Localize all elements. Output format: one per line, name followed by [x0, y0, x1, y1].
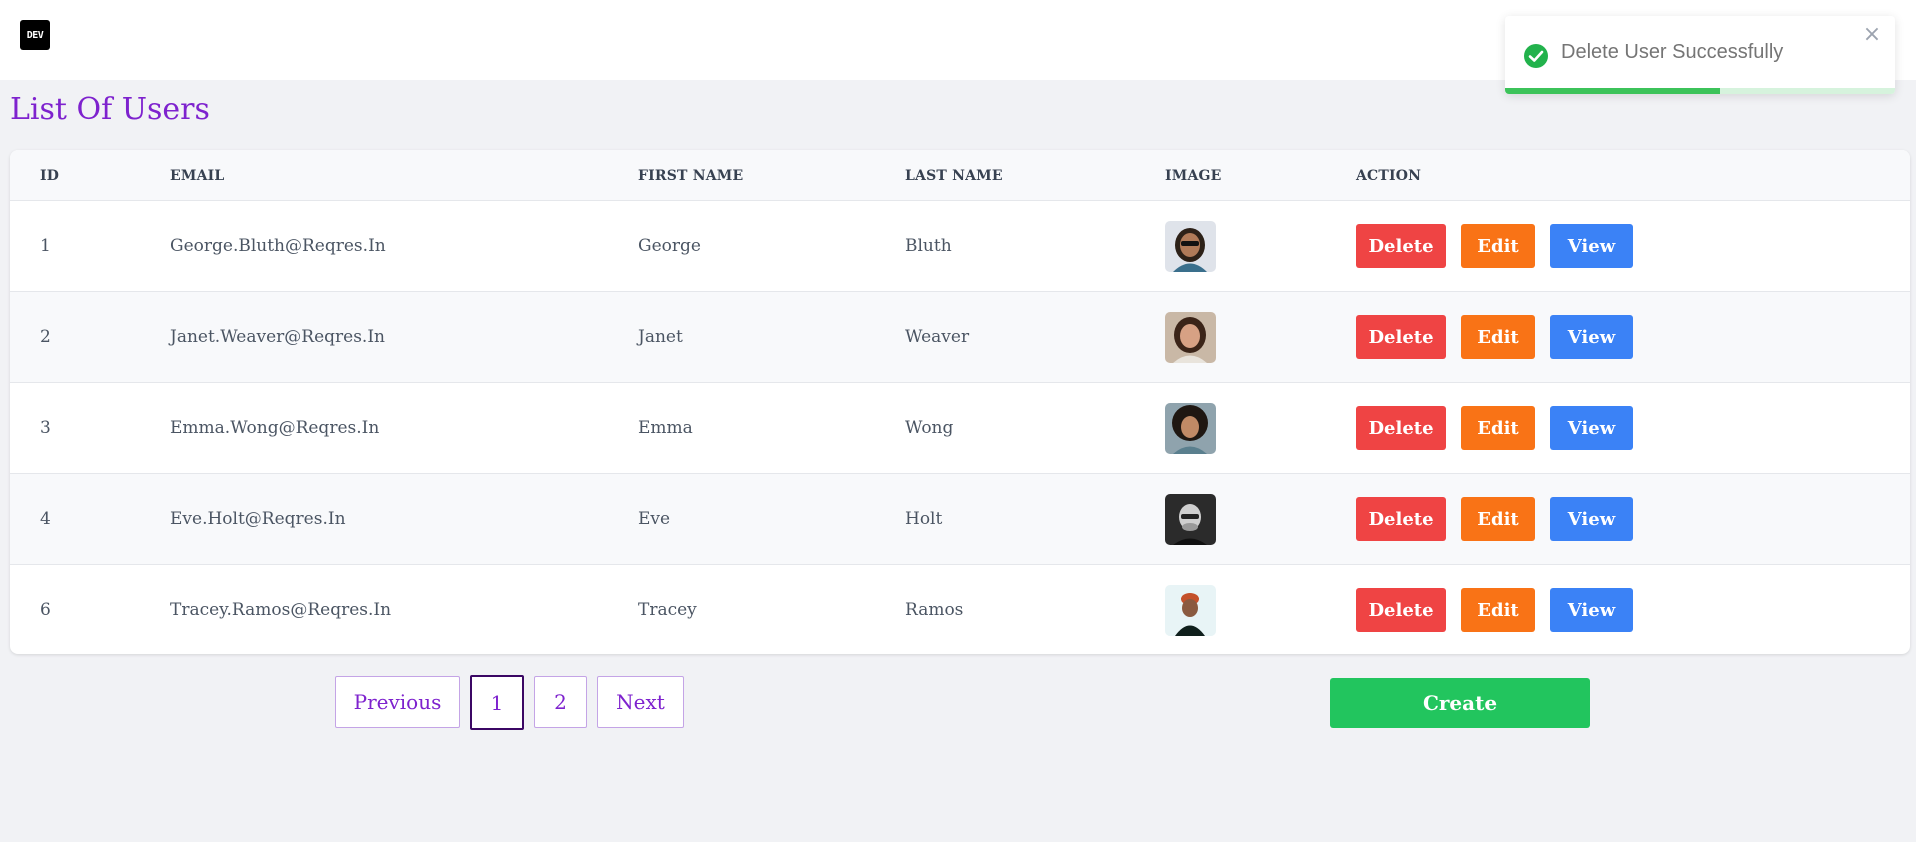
cell-last-name: Ramos — [905, 600, 964, 620]
view-button[interactable]: View — [1550, 497, 1633, 541]
cell-first-name: George — [638, 236, 701, 256]
page-title: List Of Users — [10, 92, 210, 127]
view-button[interactable]: View — [1550, 588, 1633, 632]
avatar — [1165, 312, 1216, 363]
edit-button[interactable]: Edit — [1461, 224, 1535, 268]
column-header-image: IMAGE — [1165, 168, 1222, 184]
column-header-last-name: LAST NAME — [905, 168, 1003, 184]
view-button[interactable]: View — [1550, 224, 1633, 268]
avatar — [1165, 221, 1216, 272]
cell-email: Tracey.Ramos@Reqres.In — [170, 600, 392, 620]
table-row: 2 Janet.Weaver@Reqres.In Janet Weaver De… — [10, 291, 1910, 382]
cell-first-name: Eve — [638, 509, 671, 529]
previous-page-button[interactable]: Previous — [335, 676, 460, 728]
cell-first-name: Janet — [638, 327, 683, 347]
cell-last-name: Wong — [905, 418, 954, 438]
delete-button[interactable]: Delete — [1356, 588, 1446, 632]
cell-email: Eve.Holt@Reqres.In — [170, 509, 346, 529]
table-row: 6 Tracey.Ramos@Reqres.In Tracey Ramos De… — [10, 564, 1910, 654]
cell-id: 1 — [40, 236, 51, 256]
delete-button[interactable]: Delete — [1356, 315, 1446, 359]
cell-last-name: Holt — [905, 509, 943, 529]
avatar — [1165, 494, 1216, 545]
column-header-email: EMAIL — [170, 168, 225, 184]
column-header-id: ID — [40, 168, 60, 184]
check-circle-icon — [1524, 44, 1548, 68]
dev-logo[interactable]: DEV — [20, 20, 50, 50]
cell-last-name: Weaver — [905, 327, 970, 347]
table-row: 4 Eve.Holt@Reqres.In Eve Holt Delete Edi… — [10, 473, 1910, 564]
table-header: ID EMAIL FIRST NAME LAST NAME IMAGE ACTI… — [10, 150, 1910, 200]
cell-first-name: Tracey — [638, 600, 697, 620]
view-button[interactable]: View — [1550, 315, 1633, 359]
edit-button[interactable]: Edit — [1461, 588, 1535, 632]
view-button[interactable]: View — [1550, 406, 1633, 450]
edit-button[interactable]: Edit — [1461, 406, 1535, 450]
cell-first-name: Emma — [638, 418, 693, 438]
cell-id: 2 — [40, 327, 51, 347]
column-header-first-name: FIRST NAME — [638, 168, 744, 184]
page-2-button[interactable]: 2 — [534, 676, 587, 728]
delete-button[interactable]: Delete — [1356, 224, 1446, 268]
toast-progress-track — [1505, 88, 1895, 94]
next-page-button[interactable]: Next — [597, 676, 684, 728]
avatar — [1165, 585, 1216, 636]
cell-id: 4 — [40, 509, 51, 529]
page-1-button[interactable]: 1 — [470, 675, 524, 730]
toast-message: Delete User Successfully — [1561, 41, 1784, 63]
table-row: 3 Emma.Wong@Reqres.In Emma Wong Delete E… — [10, 382, 1910, 473]
users-table: ID EMAIL FIRST NAME LAST NAME IMAGE ACTI… — [10, 150, 1910, 654]
success-toast: Delete User Successfully × — [1505, 16, 1895, 94]
edit-button[interactable]: Edit — [1461, 315, 1535, 359]
cell-id: 6 — [40, 600, 51, 620]
cell-id: 3 — [40, 418, 51, 438]
table-row: 1 George.Bluth@Reqres.In George Bluth De… — [10, 200, 1910, 291]
delete-button[interactable]: Delete — [1356, 497, 1446, 541]
cell-last-name: Bluth — [905, 236, 952, 256]
column-header-action: ACTION — [1356, 168, 1422, 184]
avatar — [1165, 403, 1216, 454]
close-icon[interactable]: × — [1861, 22, 1883, 48]
cell-email: Janet.Weaver@Reqres.In — [170, 327, 385, 347]
toast-progress-bar — [1505, 88, 1720, 94]
cell-email: George.Bluth@Reqres.In — [170, 236, 386, 256]
cell-email: Emma.Wong@Reqres.In — [170, 418, 380, 438]
delete-button[interactable]: Delete — [1356, 406, 1446, 450]
create-button[interactable]: Create — [1330, 678, 1590, 728]
edit-button[interactable]: Edit — [1461, 497, 1535, 541]
